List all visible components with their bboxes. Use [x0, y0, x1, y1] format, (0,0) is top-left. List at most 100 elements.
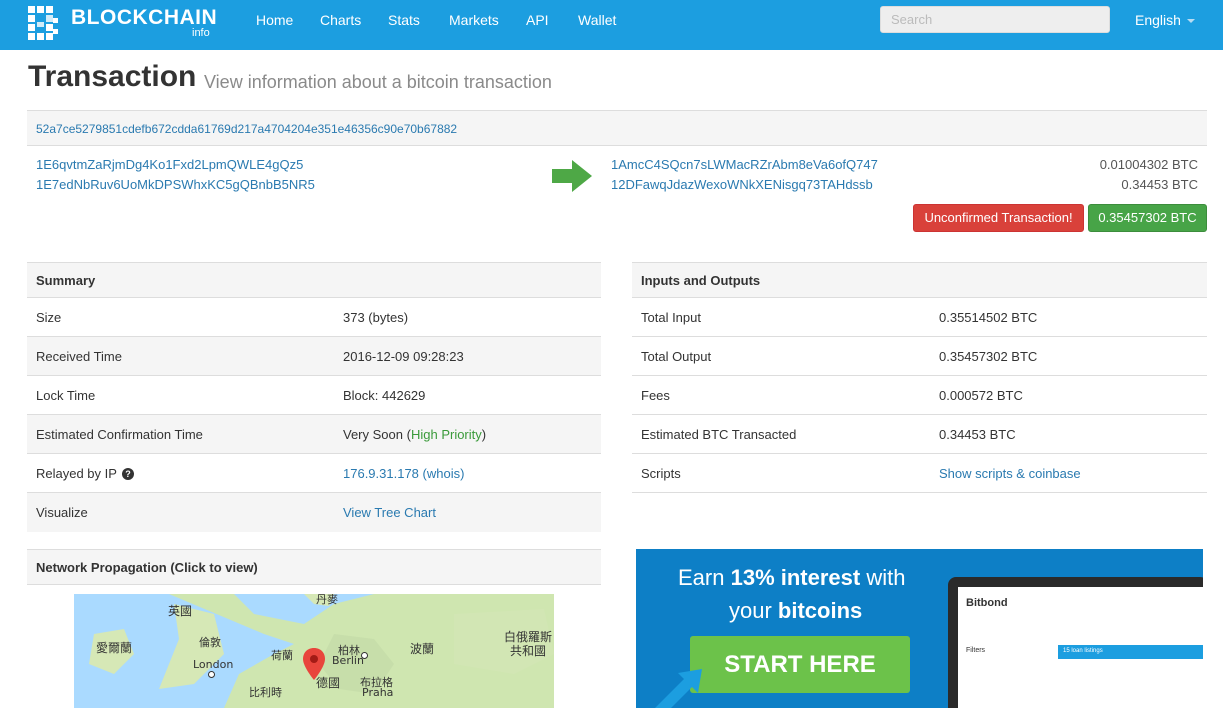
logo-subtext: info [192, 27, 210, 39]
row-label: Size [36, 310, 62, 325]
table-row: Received Time 2016-12-09 09:28:23 [27, 337, 601, 376]
row-value: 2016-12-09 09:28:23 [343, 349, 464, 364]
search-input[interactable] [880, 6, 1110, 33]
row-label: Estimated BTC Transacted [641, 427, 797, 442]
ad-text: your [729, 598, 778, 623]
city-marker-icon [208, 671, 215, 678]
input-address[interactable]: 1E7edNbRuv6UoMkDPSWhxKC5gQBnbB5NR5 [36, 177, 315, 192]
row-value: 0.000572 BTC [939, 388, 1023, 403]
table-row: Visualize View Tree Chart [27, 493, 601, 532]
row-label: Relayed by IP? [36, 466, 134, 481]
row-label: Received Time [36, 349, 122, 364]
nav-markets[interactable]: Markets [449, 12, 499, 28]
whois-link[interactable]: (whois) [423, 466, 465, 481]
start-here-button[interactable]: START HERE [690, 636, 910, 693]
blockchain-logo-icon [28, 6, 58, 40]
city-marker-icon [361, 652, 368, 659]
page-title: Transaction [28, 60, 197, 93]
ad-text: Earn [678, 565, 731, 590]
output-amount: 0.34453 BTC [1121, 177, 1198, 192]
row-value: Very Soon (High Priority) [343, 427, 486, 442]
ad-text-bold: 13% interest [730, 565, 861, 590]
map-label: 比利時 [249, 686, 282, 699]
summary-heading: Summary [27, 262, 601, 298]
ad-laptop-image: Bitbond Filters 15 loan listings [948, 577, 1203, 708]
row-label: Fees [641, 388, 670, 403]
row-label: Visualize [36, 505, 88, 520]
row-value: 373 (bytes) [343, 310, 409, 325]
nav-wallet[interactable]: Wallet [578, 12, 616, 28]
ad-text: with [860, 565, 906, 590]
table-row: Total Input 0.35514502 BTC [632, 298, 1207, 337]
arrow-icon [655, 669, 702, 708]
ad-brand: Bitbond [966, 597, 1008, 609]
map-label: Berlin [332, 654, 364, 667]
network-propagation-map[interactable]: 英國 丹麥 愛爾蘭 倫敦 London 荷蘭 柏林 Berlin 波蘭 白俄羅斯… [74, 594, 554, 708]
language-dropdown[interactable]: English [1135, 12, 1195, 28]
nav-home[interactable]: Home [256, 12, 293, 28]
row-label: Estimated Confirmation Time [36, 427, 203, 442]
table-row: Size 373 (bytes) [27, 298, 601, 337]
top-navbar: BLOCKCHAIN info Home Charts Stats Market… [0, 0, 1223, 50]
ad-text-bold: bitcoins [777, 598, 863, 623]
row-value: 0.35457302 BTC [939, 349, 1038, 364]
priority-close: ) [481, 427, 487, 442]
ad-screen-content: Bitbond Filters 15 loan listings [958, 587, 1203, 708]
network-propagation-heading[interactable]: Network Propagation (Click to view) [27, 549, 601, 585]
map-label: 愛爾蘭 [96, 641, 133, 655]
row-label: Total Input [641, 310, 701, 325]
ad-headline: your bitcoins [729, 598, 862, 624]
unconfirmed-badge[interactable]: Unconfirmed Transaction! [913, 204, 1084, 232]
help-icon[interactable]: ? [121, 468, 134, 480]
chevron-down-icon [1186, 19, 1195, 24]
advertisement-banner[interactable]: Earn 13% interest with your bitcoins STA… [636, 549, 1203, 708]
map-label: 丹麥 [316, 594, 338, 606]
map-pin-icon[interactable] [303, 648, 325, 680]
total-amount-badge[interactable]: 0.35457302 BTC [1088, 204, 1207, 232]
ad-listing-bar: 15 loan listings [1058, 645, 1203, 659]
logo[interactable]: BLOCKCHAIN info [26, 2, 217, 46]
table-row: Fees 0.000572 BTC [632, 376, 1207, 415]
row-label: Total Output [641, 349, 712, 364]
row-value: 0.35514502 BTC [939, 310, 1038, 325]
tx-hash-link[interactable]: 52a7ce5279851cdefb672cdda61769d217a47042… [36, 122, 457, 136]
input-address[interactable]: 1E6qvtmZaRjmDg4Ko1Fxd2LpmQWLE4gQz5 [36, 157, 303, 172]
row-value: Block: 442629 [343, 388, 426, 403]
table-row: Estimated BTC Transacted 0.34453 BTC [632, 415, 1207, 454]
priority-label: High Priority [410, 427, 482, 442]
row-value: 176.9.31.178 (whois) [343, 466, 464, 481]
ad-filters-label: Filters [966, 647, 986, 654]
relayed-label: Relayed by IP [36, 466, 117, 481]
nav-api[interactable]: API [526, 12, 549, 28]
output-amount: 0.01004302 BTC [1099, 157, 1198, 172]
table-row: Total Output 0.35457302 BTC [632, 337, 1207, 376]
row-label: Lock Time [36, 388, 96, 403]
nav-charts[interactable]: Charts [320, 12, 361, 28]
ad-headline: Earn 13% interest with [678, 565, 905, 591]
map-label: 波蘭 [410, 642, 435, 656]
table-row: Lock Time Block: 442629 [27, 376, 601, 415]
map-label: 荷蘭 [271, 649, 293, 662]
table-row: Scripts Show scripts & coinbase [632, 454, 1207, 493]
map-label: 英國 [168, 604, 193, 618]
nav-stats[interactable]: Stats [388, 12, 420, 28]
view-tree-chart-link[interactable]: View Tree Chart [343, 505, 436, 520]
map-label: Praha [362, 686, 394, 699]
arrow-right-icon [552, 160, 592, 192]
map-label: London [193, 658, 234, 671]
tx-hash-bar: 52a7ce5279851cdefb672cdda61769d217a47042… [27, 110, 1207, 146]
map-label: 共和國 [510, 644, 547, 658]
io-heading: Inputs and Outputs [632, 262, 1207, 298]
show-scripts-link[interactable]: Show scripts & coinbase [939, 466, 1081, 481]
row-value: 0.34453 BTC [939, 427, 1016, 442]
table-row: Estimated Confirmation Time Very Soon (H… [27, 415, 601, 454]
table-row: Relayed by IP? 176.9.31.178 (whois) [27, 454, 601, 493]
row-label: Scripts [641, 466, 681, 481]
output-address[interactable]: 12DFawqJdazWexoWNkXENisgq73TAHdssb [611, 177, 873, 192]
output-address[interactable]: 1AmcC4SQcn7sLWMacRZrAbm8eVa6ofQ747 [611, 157, 878, 172]
confirmation-estimate: Very Soon [343, 427, 403, 442]
page-subtitle: View information about a bitcoin transac… [204, 72, 552, 92]
relayed-ip-link[interactable]: 176.9.31.178 [343, 466, 419, 481]
language-label: English [1135, 12, 1181, 28]
map-label: 倫敦 [199, 636, 221, 649]
